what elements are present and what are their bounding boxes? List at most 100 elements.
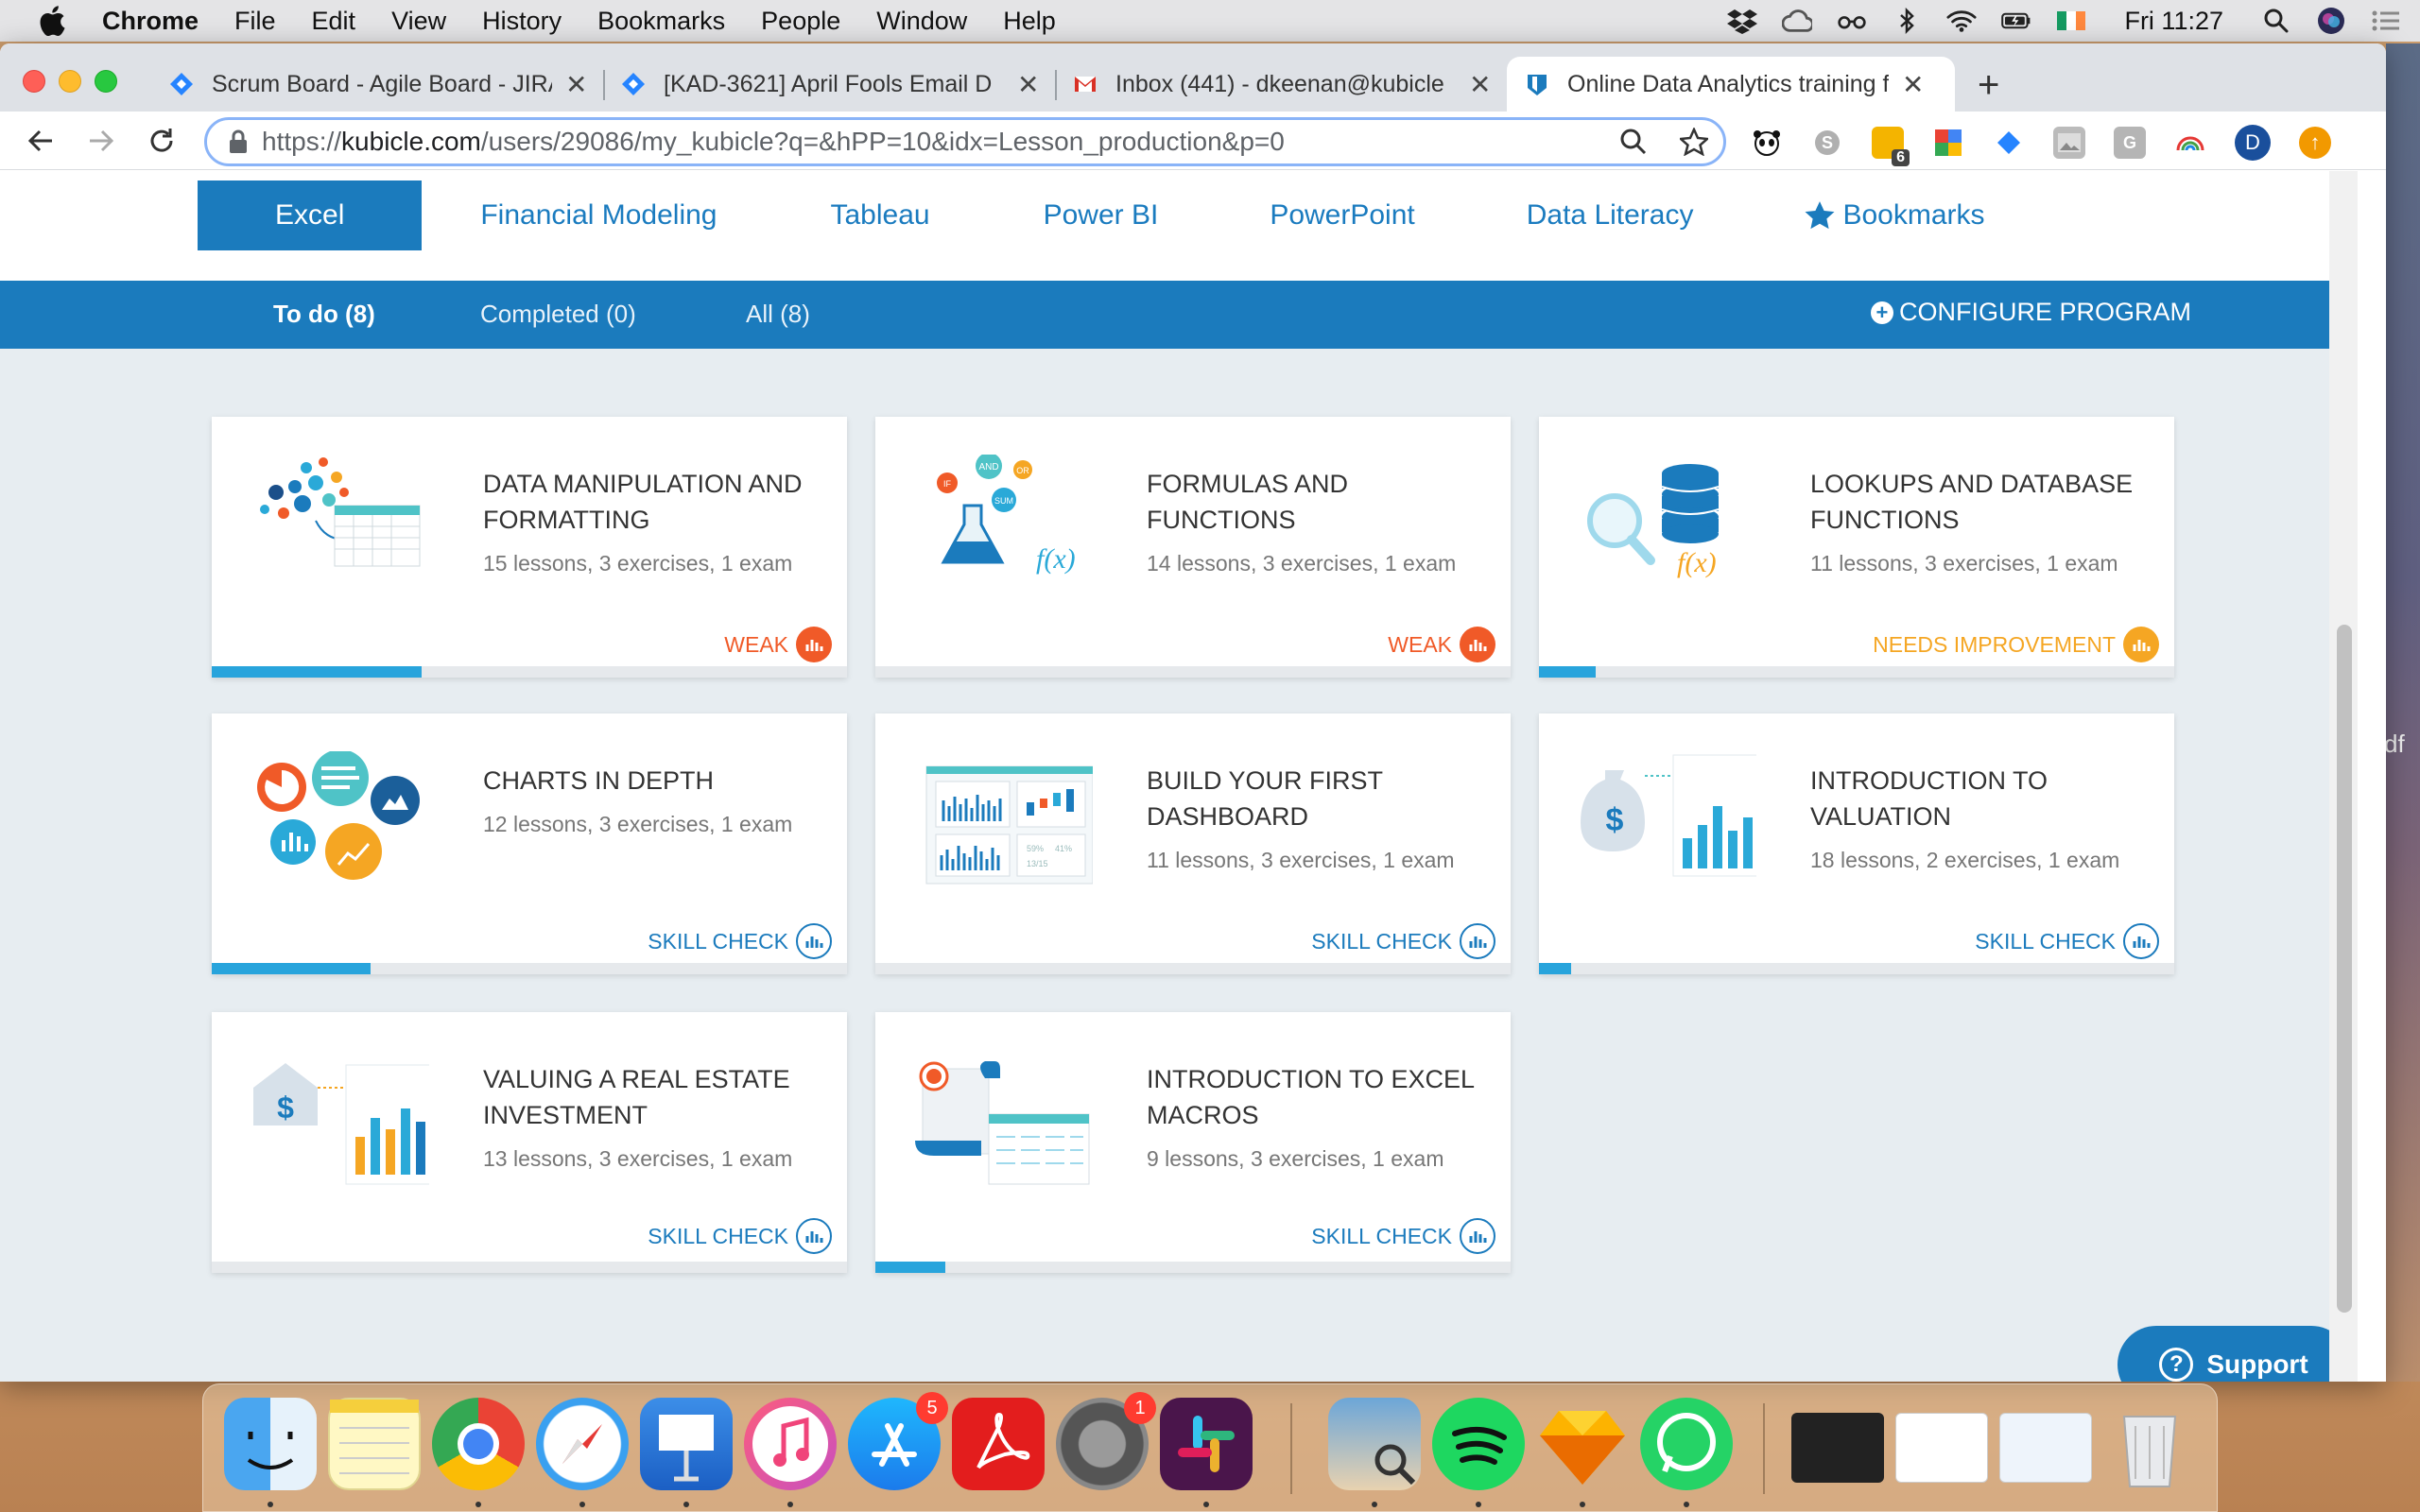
skill-status[interactable]: SKILL CHECK (1975, 923, 2159, 959)
finder-icon[interactable] (224, 1398, 317, 1490)
page-scrollbar[interactable] (2329, 171, 2358, 1382)
course-meta: 11 lessons, 3 exercises, 1 exam (1147, 848, 1455, 872)
menu-history[interactable]: History (482, 7, 562, 36)
skill-status[interactable]: WEAK (1388, 627, 1495, 662)
trash-icon[interactable] (2103, 1398, 2196, 1490)
skill-status[interactable]: WEAK (724, 627, 832, 662)
notification-center-icon[interactable] (2371, 8, 2401, 34)
filter-completed[interactable]: Completed (0) (480, 300, 636, 329)
course-card[interactable]: AND OR IF SUM f(x) FORMULAS AND FUNCTION… (875, 417, 1511, 678)
chrome-icon[interactable] (432, 1398, 525, 1490)
minimize-window-button[interactable] (59, 70, 81, 93)
tab-financial-modeling[interactable]: Financial Modeling (422, 180, 773, 250)
tab-bookmarks[interactable]: Bookmarks (1750, 180, 2041, 250)
course-card-title: DATA MANIPULATION AND FORMATTING 15 less… (483, 466, 823, 577)
filter-to-do[interactable]: To do (8) (273, 300, 375, 329)
keynote-icon[interactable] (640, 1398, 733, 1490)
close-tab-icon[interactable]: ✕ (565, 69, 587, 100)
tab-powerpoint[interactable]: PowerPoint (1215, 180, 1471, 250)
close-window-button[interactable] (23, 70, 45, 93)
profile-avatar[interactable]: D (2235, 125, 2271, 161)
browser-tab-kubicle-active[interactable]: Online Data Analytics training f ✕ (1507, 57, 1955, 112)
filter-all[interactable]: All (8) (746, 300, 810, 329)
course-card[interactable]: CHARTS IN DEPTH 12 lessons, 3 exercises,… (212, 713, 847, 974)
siri-icon[interactable] (2316, 8, 2346, 34)
course-card[interactable]: 59% 41% 13/15 BUILD YOUR FIRST DASHBOARD… (875, 713, 1511, 974)
menu-people[interactable]: People (761, 7, 840, 36)
bookmark-star-icon[interactable] (1680, 128, 1708, 156)
ireland-flag-icon[interactable] (2056, 8, 2086, 34)
menu-help[interactable]: Help (1003, 7, 1056, 36)
update-available-icon[interactable]: ↑ (2299, 127, 2331, 159)
battery-icon[interactable] (2001, 8, 2031, 34)
slack-icon[interactable] (1160, 1398, 1253, 1490)
course-card[interactable]: INTRODUCTION TO EXCEL MACROS 9 lessons, … (875, 1012, 1511, 1273)
skill-status[interactable]: SKILL CHECK (1311, 923, 1495, 959)
chat-extension-icon[interactable]: 6 (1872, 127, 1910, 166)
creative-cloud-icon[interactable] (1782, 8, 1813, 34)
image-extension-icon[interactable] (2053, 127, 2085, 159)
menu-file[interactable]: File (234, 7, 276, 36)
course-card[interactable]: $ INTRODUCTION TO VALUATION 18 lessons, … (1539, 713, 2174, 974)
rainbow-extension-icon[interactable] (2174, 127, 2206, 159)
whatsapp-icon[interactable] (1640, 1398, 1733, 1490)
tab-excel[interactable]: Excel (198, 180, 423, 250)
minimized-window-thumbnail[interactable] (1999, 1413, 2092, 1483)
close-tab-icon[interactable]: ✕ (1469, 69, 1491, 100)
course-card[interactable]: $ VALUING A REAL ESTATE INVESTMENT 13 le… (212, 1012, 847, 1273)
menu-edit[interactable]: Edit (312, 7, 356, 36)
configure-program-button[interactable]: + CONFIGURE PROGRAM (1870, 298, 2191, 327)
music-icon[interactable] (744, 1398, 837, 1490)
menubar-clock[interactable]: Fri 11:27 (2124, 7, 2223, 36)
browser-tab-jira-kad[interactable]: [KAD-3621] April Fools Email D ✕ (603, 57, 1056, 112)
wifi-icon[interactable] (1946, 8, 1977, 34)
reload-icon[interactable] (144, 123, 180, 159)
address-bar[interactable]: https://kubicle.com/users/29086/my_kubic… (204, 117, 1726, 166)
jira-extension-icon[interactable] (1993, 127, 2025, 159)
skill-status[interactable]: SKILL CHECK (1311, 1218, 1495, 1254)
new-tab-button[interactable]: + (1978, 64, 1999, 107)
course-card-title: VALUING A REAL ESTATE INVESTMENT 13 less… (483, 1061, 823, 1173)
glasses-icon[interactable] (1837, 8, 1867, 34)
scrollbar-thumb[interactable] (2337, 625, 2352, 1313)
tab-data-literacy[interactable]: Data Literacy (1472, 180, 1751, 250)
skill-status[interactable]: NEEDS IMPROVEMENT (1873, 627, 2159, 662)
course-card[interactable]: f(x) LOOKUPS AND DATABASE FUNCTIONS 11 l… (1539, 417, 2174, 678)
tab-power-bi[interactable]: Power BI (987, 180, 1216, 250)
google-extension-icon[interactable] (1932, 127, 1964, 159)
menu-view[interactable]: View (391, 7, 446, 36)
sketch-icon[interactable] (1536, 1398, 1629, 1490)
menu-bookmarks[interactable]: Bookmarks (597, 7, 725, 36)
close-tab-icon[interactable]: ✕ (1017, 69, 1039, 100)
tab-tableau[interactable]: Tableau (774, 180, 987, 250)
skype-extension-icon[interactable]: S (1811, 127, 1843, 159)
menu-app-name[interactable]: Chrome (102, 7, 199, 36)
lock-icon[interactable] (228, 129, 249, 154)
notes-icon[interactable] (328, 1398, 421, 1490)
apple-icon[interactable] (38, 6, 66, 36)
safari-icon[interactable] (536, 1398, 629, 1490)
spotlight-search-icon[interactable] (2261, 8, 2291, 34)
dropbox-icon[interactable] (1727, 8, 1758, 34)
bluetooth-icon[interactable] (1892, 8, 1922, 34)
skill-status[interactable]: SKILL CHECK (648, 923, 832, 959)
minimized-window-thumbnail[interactable] (1791, 1413, 1884, 1483)
grammarly-extension-icon[interactable]: G (2114, 127, 2146, 159)
skill-status[interactable]: SKILL CHECK (648, 1218, 832, 1254)
course-card[interactable]: DATA MANIPULATION AND FORMATTING 15 less… (212, 417, 847, 678)
valuation-illustration: $ (1581, 754, 1756, 877)
support-button[interactable]: ? Support (2118, 1326, 2350, 1382)
zoom-magnifier-icon[interactable] (1619, 128, 1648, 156)
browser-tab-jira-scrum[interactable]: Scrum Board - Agile Board - JIRA ✕ (151, 57, 604, 112)
close-tab-icon[interactable]: ✕ (1902, 69, 1924, 100)
panda-extension-icon[interactable] (1751, 127, 1783, 159)
acrobat-icon[interactable] (952, 1398, 1045, 1490)
browser-tab-gmail[interactable]: Inbox (441) - dkeenan@kubicle ✕ (1055, 57, 1508, 112)
spotify-icon[interactable] (1432, 1398, 1525, 1490)
minimized-window-thumbnail[interactable] (1895, 1413, 1988, 1483)
forward-arrow-icon[interactable] (83, 123, 119, 159)
menu-window[interactable]: Window (876, 7, 967, 36)
back-arrow-icon[interactable] (23, 123, 59, 159)
zoom-window-button[interactable] (95, 70, 117, 93)
preview-icon[interactable] (1328, 1398, 1421, 1490)
